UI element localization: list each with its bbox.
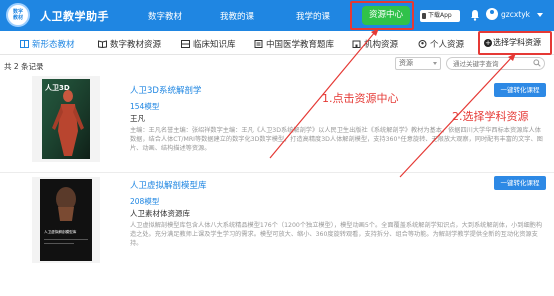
download-app-button[interactable]: 下载App xyxy=(420,10,460,22)
record-count: 共 2 条记录 xyxy=(4,62,44,71)
highlight-add-subject xyxy=(478,31,552,55)
search-icon[interactable] xyxy=(533,59,541,67)
nav-digital-textbook[interactable]: 数字教材 xyxy=(148,10,182,22)
user-icon xyxy=(418,40,427,48)
item-description: 人卫虚拟解剖模型库包含人体八大系统精品模型176个（1200个独立模型），模型动… xyxy=(130,222,543,247)
username[interactable]: gzcxtyk xyxy=(501,10,530,19)
tab-digital-textbook-resources[interactable]: 数字教材资源 xyxy=(98,38,161,50)
tab-medical-question-bank[interactable]: 中国医学教育题库 xyxy=(254,38,334,50)
item-title[interactable]: 人卫虚拟解剖模型库 xyxy=(130,179,207,191)
annotation-step1: 1.点击资源中心 xyxy=(322,92,399,105)
tab-label: 数字教材资源 xyxy=(110,40,162,50)
search-input[interactable] xyxy=(446,57,545,70)
app-title: 人卫教学助手 xyxy=(40,10,109,23)
bell-icon[interactable] xyxy=(470,9,480,21)
item-model-count: 208模型 xyxy=(130,197,160,206)
tab-clinical-knowledge[interactable]: 临床知识库 xyxy=(181,38,236,50)
book-cover-virtual-anatomy[interactable]: 人卫虚拟解剖模型库 xyxy=(32,177,100,263)
tab-personal-resources[interactable]: 个人资源 xyxy=(418,38,464,50)
book-icon xyxy=(20,40,29,48)
document-icon xyxy=(254,40,263,48)
tab-label: 临床知识库 xyxy=(193,40,236,50)
resource-tab-bar: 新形态教材 数字教材资源 临床知识库 中国医学教育题库 机构资源 个人资源 xyxy=(0,31,554,55)
nav-my-learning[interactable]: 我学的课 xyxy=(296,10,330,22)
tab-institution-resources[interactable]: 机构资源 xyxy=(352,38,398,50)
convert-course-button[interactable]: 一键转化课程 xyxy=(494,176,546,190)
book-cover-3d-anatomy[interactable]: 人卫3D xyxy=(32,76,100,162)
top-bar: 数字 教材 人卫教学助手 数字教材 我教的课 我学的课 资源中心 下载App g… xyxy=(0,0,554,31)
phone-icon xyxy=(422,13,426,19)
tab-label: 个人资源 xyxy=(430,40,465,50)
book-open-icon xyxy=(98,40,107,48)
chevron-down-icon[interactable] xyxy=(537,13,543,17)
avatar[interactable] xyxy=(486,8,498,20)
item-model-count: 154模型 xyxy=(130,102,160,111)
item-description: 主编：王凡名誉主编：张绍祥数字主编：王凡《人卫3D系统解剖学》以人民卫生出版社《… xyxy=(130,127,543,152)
chevron-down-icon xyxy=(433,62,437,65)
grid-icon xyxy=(181,40,190,48)
download-app-label: 下载App xyxy=(428,12,452,19)
logo-text: 数字 教材 xyxy=(12,9,23,21)
tab-label: 机构资源 xyxy=(364,40,399,50)
app-logo[interactable]: 数字 教材 xyxy=(6,3,30,27)
tab-label: 中国医学教育题库 xyxy=(266,40,335,50)
item-title[interactable]: 人卫3D系统解剖学 xyxy=(130,84,201,96)
convert-course-button[interactable]: 一键转化课程 xyxy=(494,83,546,97)
tab-new-form-textbook[interactable]: 新形态教材 xyxy=(20,38,75,50)
item-author: 王凡 xyxy=(130,114,145,123)
cover-caption: 人卫3D xyxy=(45,83,70,92)
select-value: 资源 xyxy=(399,59,413,67)
resource-type-select[interactable]: 资源 xyxy=(395,57,441,70)
building-icon xyxy=(352,40,361,48)
tab-label: 新形态教材 xyxy=(32,40,75,50)
highlight-resource-center xyxy=(350,1,414,30)
item-source: 人卫素材体资源库 xyxy=(130,209,190,218)
divider xyxy=(0,172,554,173)
annotation-step2: 2.选择学科资源 xyxy=(452,110,529,123)
nav-my-teaching[interactable]: 我教的课 xyxy=(220,10,254,22)
cover-caption: 人卫虚拟解剖模型库 xyxy=(44,229,77,234)
